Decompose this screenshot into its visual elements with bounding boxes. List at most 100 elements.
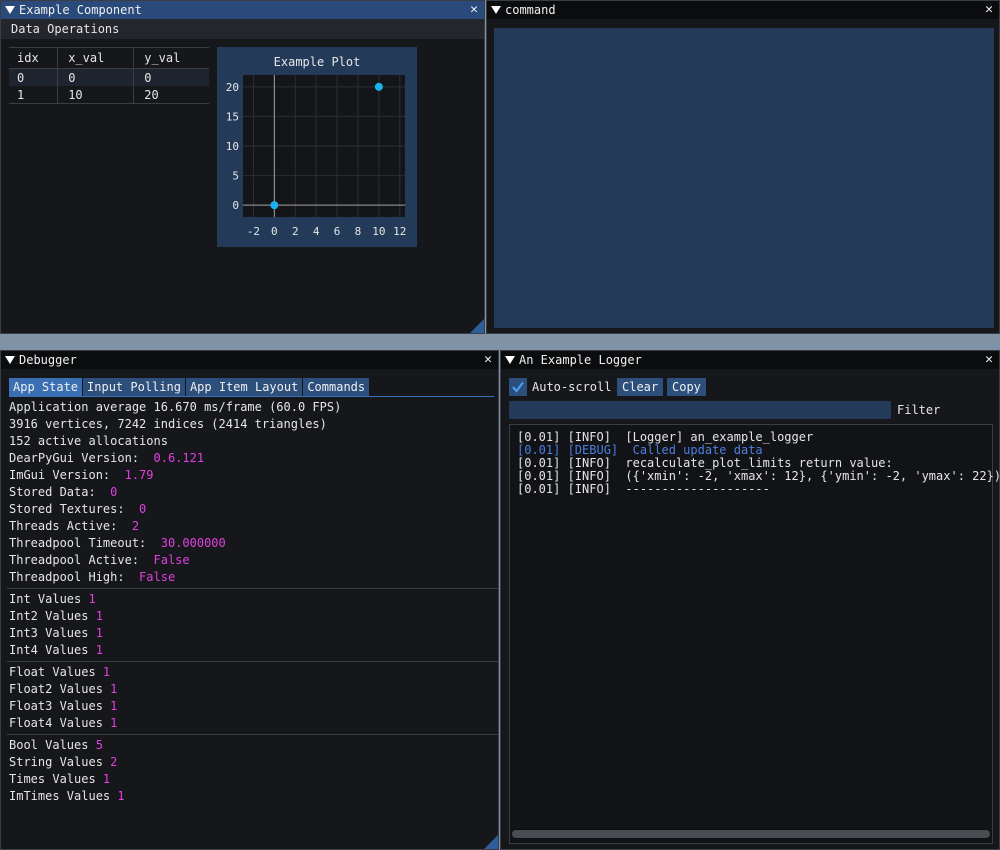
stat-label: Int3 Values [9,626,96,640]
tab-input-polling[interactable]: Input Polling [83,378,185,396]
copy-button[interactable]: Copy [667,378,706,396]
column-header-y-val[interactable]: y_val [133,47,209,69]
tab-commands[interactable]: Commands [303,378,370,396]
stat-line: ImTimes Values 1 [9,788,494,805]
stat-label: Bool Values [9,738,96,752]
collapse-triangle-icon[interactable] [491,6,501,14]
tab-app-item-layout[interactable]: App Item Layout [185,378,303,396]
stat-line: Int2 Values 1 [9,608,494,625]
collapse-triangle-icon[interactable] [5,6,15,14]
stat-line: Int Values 1 [9,591,494,608]
stat-label: Threadpool High: [9,570,140,584]
menu-data-operations[interactable]: Data Operations [11,22,119,36]
plot-canvas[interactable]: -2 0 2 4 6 8 10 12 0 5 10 15 20 [217,47,417,247]
log-lines: [0.01] [INFO] [Logger] an_example_logger… [517,431,999,496]
stat-label: Float4 Values [9,716,111,730]
horizontal-scrollbar[interactable] [512,829,990,839]
column-header-idx[interactable]: idx [9,48,58,69]
stat-line: Float3 Values 1 [9,698,494,715]
stat-line: Stored Textures: 0 [9,501,494,518]
stat-label: ImGui Version: [9,468,125,482]
x-tick-label: -2 [247,225,260,238]
title-bar[interactable]: Debugger ✕ [1,351,498,369]
autoscroll-checkbox[interactable] [509,378,527,396]
checkmark-icon [512,381,524,393]
column-header-x-val[interactable]: x_val [57,47,134,69]
stat-line: ImGui Version: 1.79 [9,467,494,484]
stat-label: Threads Active: [9,519,132,533]
log-output[interactable]: [0.01] [INFO] [Logger] an_example_logger… [509,424,999,844]
close-icon[interactable]: ✕ [470,1,478,19]
stat-label: String Values [9,755,111,769]
stat-label: Int4 Values [9,643,96,657]
collapse-triangle-icon[interactable] [505,356,515,364]
window-title: command [505,3,556,17]
stat-line: Float4 Values 1 [9,715,494,732]
stat-value: 1.79 [124,468,154,482]
example-plot[interactable]: Example Plot -2 0 2 4 6 8 10 12 0 5 10 15 20 [217,47,417,247]
stat-value: False [139,570,176,584]
command-window[interactable]: command ✕ [486,0,1000,334]
stat-label: 3916 vertices, 7242 indices (2414 triang… [9,417,327,431]
logger-window[interactable]: An Example Logger ✕ Auto-scroll Clear Co… [500,350,1000,850]
y-tick-label: 0 [232,199,239,212]
close-icon[interactable]: ✕ [484,351,492,369]
x-tick-label: 2 [292,225,299,238]
stat-label: Threadpool Active: [9,553,154,567]
app-state-panel: Application average 16.670 ms/frame (60.… [7,399,498,805]
stat-line: Float Values 1 [9,664,494,681]
title-bar[interactable]: command ✕ [487,1,999,19]
table-header-row: idx x_val y_val [9,47,209,69]
stat-label: Float Values [9,665,103,679]
table-cell: 10 [57,86,134,104]
resize-grip[interactable] [470,319,484,333]
stat-value: 1 [110,716,118,730]
separator [7,661,498,662]
stat-value: 1 [102,772,111,786]
tab-bar: App State Input Polling App Item Layout Com… [9,378,370,396]
example-component-window[interactable]: Example Component ✕ Data Operations idx … [0,0,485,334]
stat-value: 1 [95,643,103,657]
stat-label: Stored Textures: [9,502,140,516]
stat-value: 1 [88,592,96,606]
stat-label: Float3 Values [9,699,111,713]
table-row[interactable]: 1 10 20 [9,86,209,104]
stat-line: String Values 2 [9,754,494,771]
window-title: Example Component [19,3,142,17]
table-cell: 0 [133,68,209,86]
stat-value: 5 [95,738,103,752]
stat-value: 1 [102,665,111,679]
collapse-triangle-icon[interactable] [5,356,15,364]
filter-input[interactable] [509,401,891,419]
resize-grip[interactable] [484,835,498,849]
close-icon[interactable]: ✕ [985,351,993,369]
table-cell: 1 [17,87,25,102]
data-table: idx x_val y_val 0 0 0 1 10 20 [9,47,209,104]
stat-value: 1 [95,626,103,640]
stat-line: Bool Values 5 [9,737,494,754]
clear-button[interactable]: Clear [617,378,664,396]
title-bar[interactable]: Example Component ✕ [1,1,484,19]
title-bar[interactable]: An Example Logger ✕ [501,351,999,369]
close-icon[interactable]: ✕ [985,1,993,19]
scrollbar-thumb[interactable] [512,830,990,838]
window-title: Debugger [19,353,77,367]
tab-underline [9,396,494,397]
command-input-area[interactable] [494,28,994,328]
table-cell: 20 [133,86,209,104]
x-tick-label: 0 [271,225,278,238]
stat-line: DearPyGui Version: 0.6.121 [9,450,494,467]
data-point [374,82,383,91]
debugger-window[interactable]: Debugger ✕ App State Input Polling App Ite… [0,350,499,850]
stat-label: Application average 16.670 ms/frame (60.… [9,400,342,414]
stat-value: 1 [110,682,118,696]
stat-line: Threadpool Timeout: 30.000000 [9,535,494,552]
stat-value: 1 [110,699,118,713]
table-cell: 0 [17,70,25,85]
stat-value: 1 [117,789,125,803]
stat-label: Times Values [9,772,103,786]
stat-value: 2 [131,519,140,533]
tab-app-state[interactable]: App State [9,378,83,396]
x-tick-label: 10 [372,225,385,238]
table-row[interactable]: 0 0 0 [9,68,209,86]
